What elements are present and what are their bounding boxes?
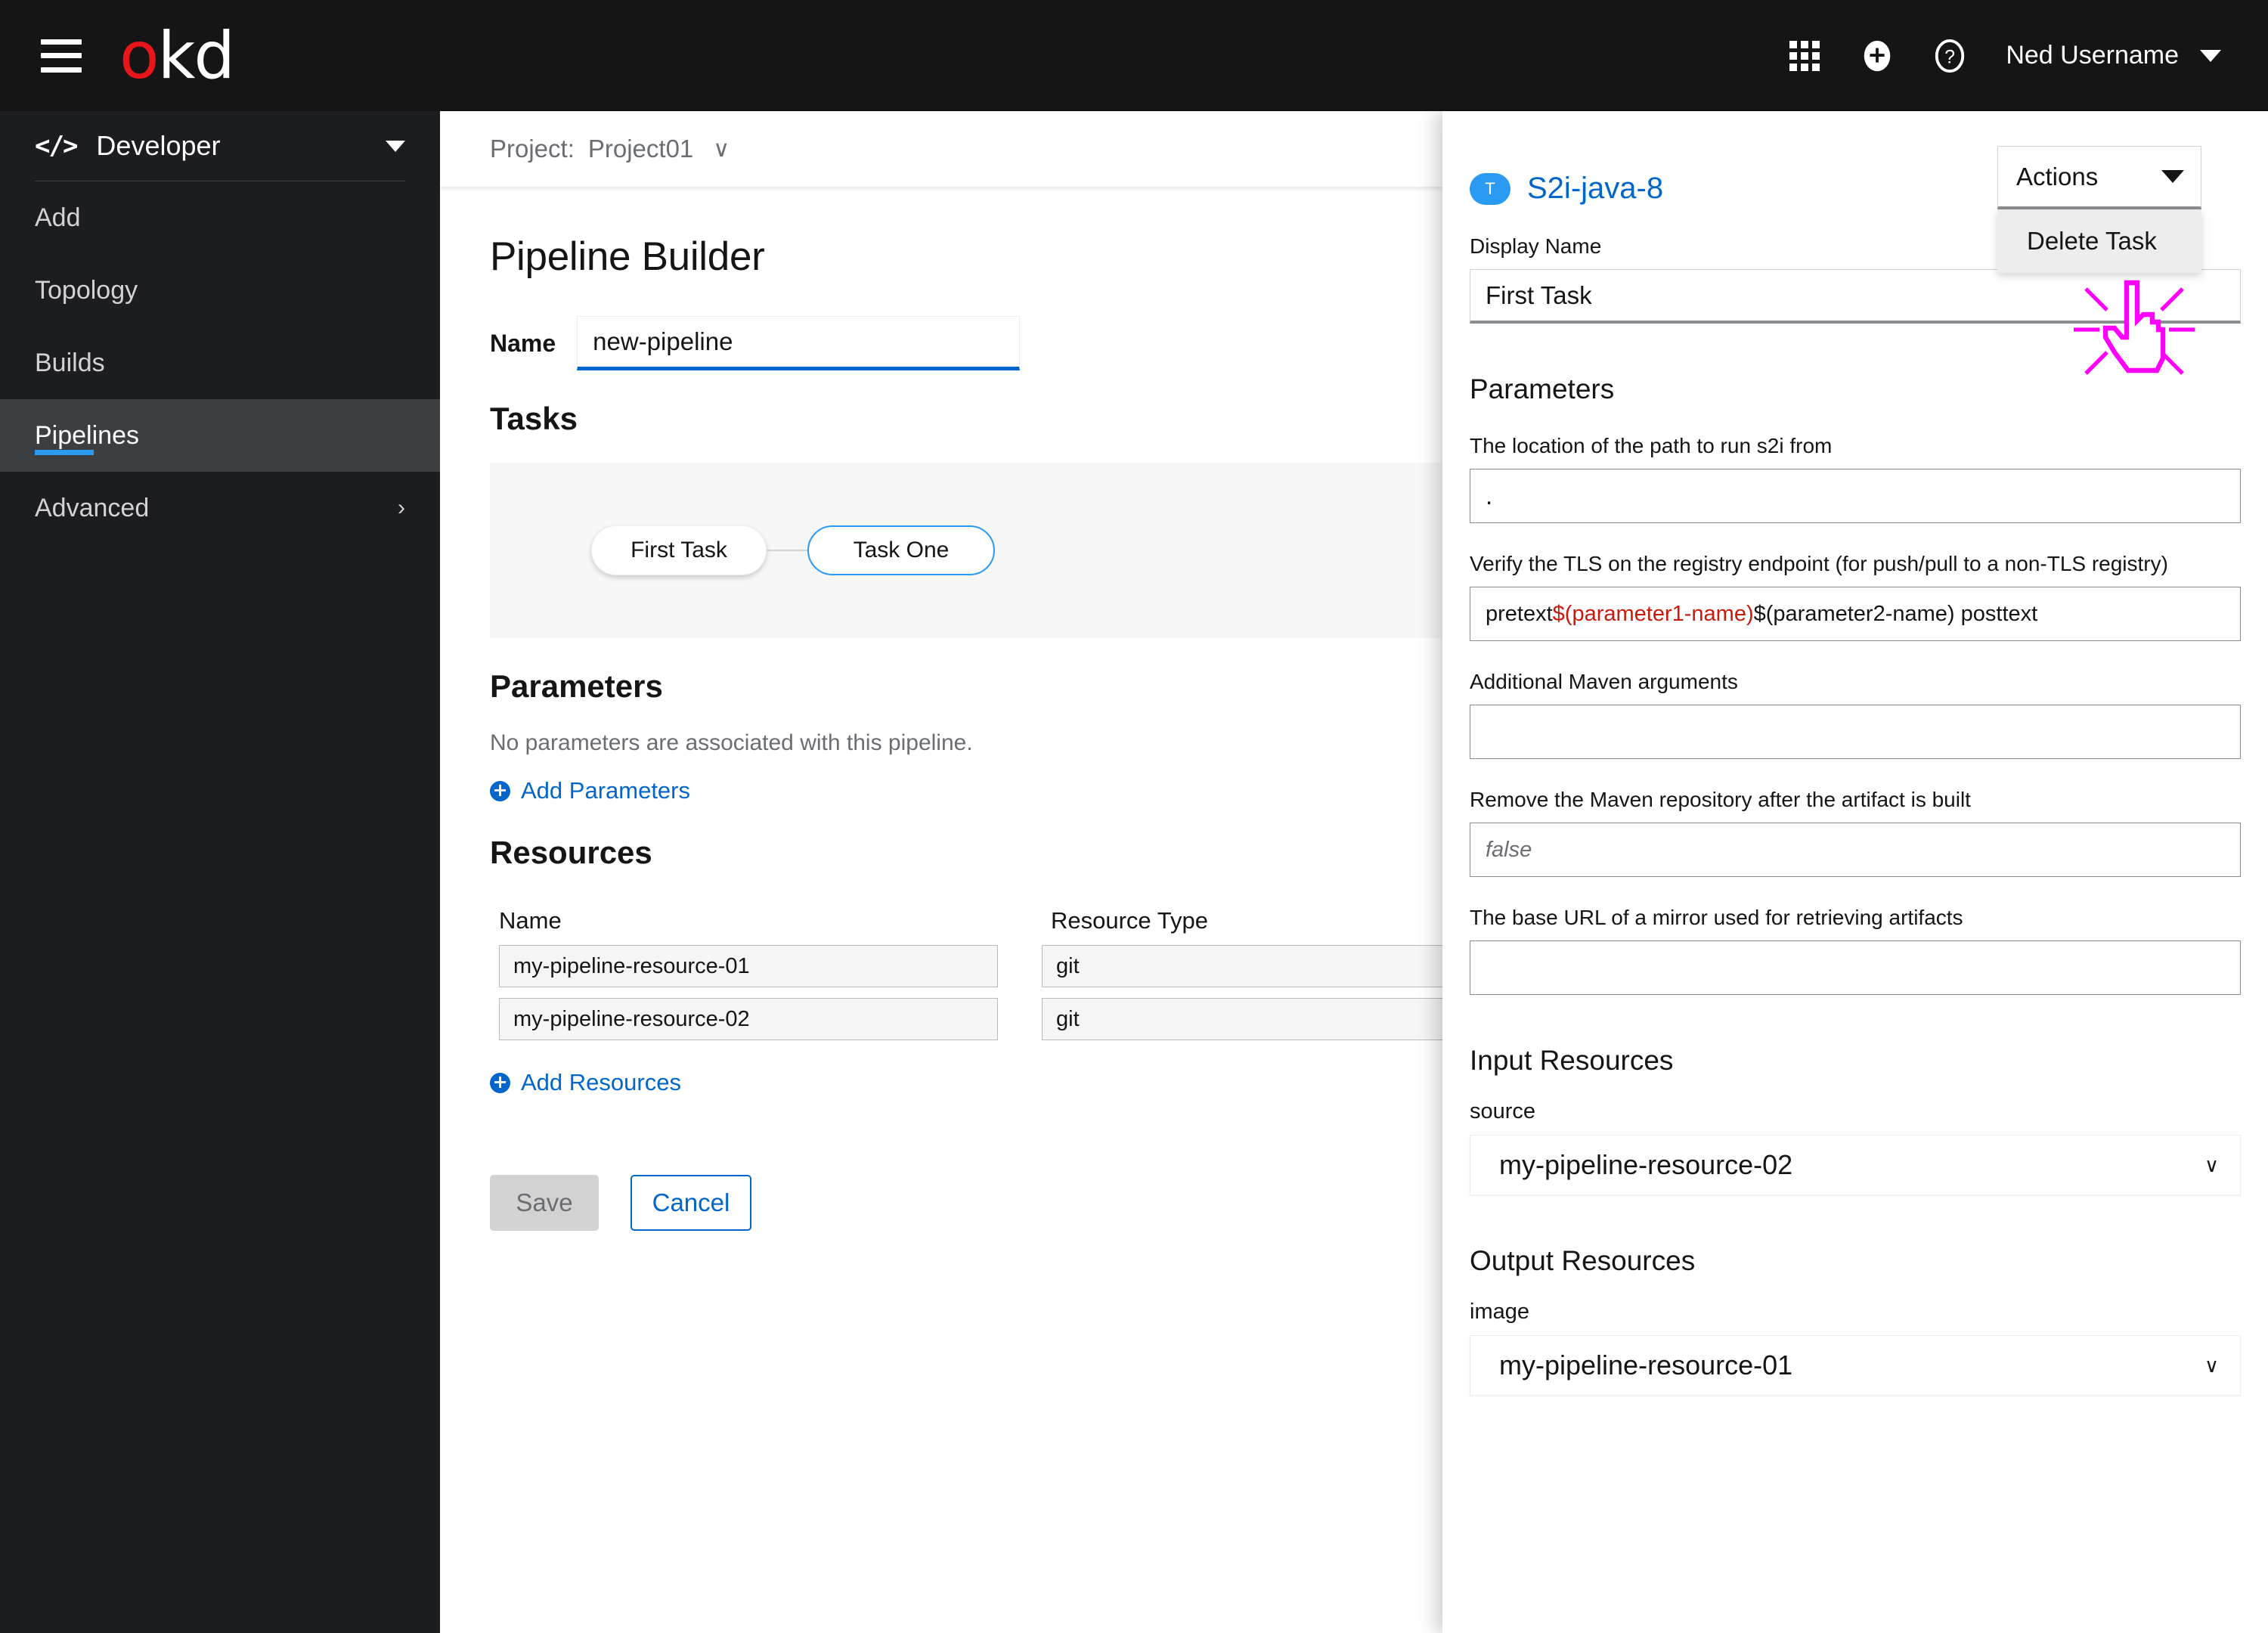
sidebar-item-builds[interactable]: Builds [0,327,440,399]
cancel-button[interactable]: Cancel [631,1175,751,1231]
input-resource-select-source[interactable]: my-pipeline-resource-02 ∨ [1470,1135,2241,1195]
param-value-pretext: pretext [1486,601,1553,626]
plus-circle-icon[interactable] [1841,39,1913,73]
param-label-tls-verify: Verify the TLS on the registry endpoint … [1470,552,2168,575]
masthead-actions: ? Ned Username [1768,39,2268,73]
param-placeholder-value: false [1486,837,1532,862]
select-value: my-pipeline-resource-02 [1499,1149,1793,1180]
task-canvas[interactable]: First Task Task One [490,463,1448,638]
task-node-task-one[interactable]: Task One [807,525,995,575]
param-label-maven-args: Additional Maven arguments [1470,670,1738,693]
add-parameters-label: Add Parameters [521,777,690,804]
param-label-mirror-url: The base URL of a mirror used for retrie… [1470,906,1963,929]
chevron-right-icon: › [398,495,405,520]
sidebar-item-label: Topology [35,275,138,305]
panel-parameters-heading: Parameters [1470,373,1615,404]
pipeline-name-input[interactable] [577,316,1021,370]
chevron-down-icon: ∨ [2204,1353,2219,1377]
param-label-remove-maven-repo: Remove the Maven repository after the ar… [1470,788,1971,811]
input-resource-label-source: source [1470,1099,1536,1123]
task-reference-link[interactable]: S2i-java-8 [1527,172,1663,206]
param-label-s2i-path: The location of the path to run s2i from [1470,434,1833,457]
username-label[interactable]: Ned Username [2006,41,2179,70]
side-panel-header: T S2i-java-8 Actions Delete Task [1442,111,2268,273]
param-value-posttext: $(parameter2-name) posttext [1753,601,2038,626]
pipeline-name-label: Name [490,329,556,357]
hamburger-icon[interactable] [41,39,82,73]
project-chevron-down-icon[interactable]: ∨ [713,136,730,163]
menu-item-delete-task[interactable]: Delete Task [1998,210,2201,272]
project-name[interactable]: Project01 [588,135,693,163]
menu-item-label: Delete Task [2027,227,2157,255]
sidebar-item-pipelines[interactable]: Pipelines [0,399,440,472]
resource-name-input[interactable] [499,998,998,1040]
svg-text:?: ? [1944,46,1955,67]
okd-logo[interactable]: okd [119,23,235,88]
actions-caret-down-icon [2161,170,2184,183]
sidebar-item-label: Builds [35,348,105,377]
chevron-down-icon: ∨ [2204,1153,2219,1176]
sidebar-item-topology[interactable]: Topology [0,254,440,327]
user-caret-down-icon[interactable] [2200,49,2221,62]
sidebar-item-label: Pipelines [35,420,139,450]
param-value-error-token: $(parameter1-name) [1552,601,1754,626]
resources-col-type: Resource Type [1051,907,1208,934]
perspective-label: Developer [96,130,221,161]
perspective-caret-down-icon [386,140,405,152]
task-side-panel: T S2i-java-8 Actions Delete Task Display… [1442,111,2268,1633]
task-type-badge: T [1470,172,1510,205]
side-panel-body: Display Name Parameters The location of … [1442,234,2268,1396]
question-circle-icon[interactable]: ? [1913,39,1986,73]
param-input-tls-verify[interactable]: pretext $(parameter1-name) $(parameter2-… [1470,587,2241,641]
sidebar-item-label: Add [35,203,81,232]
actions-dropdown: Actions Delete Task [1997,146,2201,273]
save-button[interactable]: Save [490,1175,599,1231]
input-resources-heading: Input Resources [1470,1045,1674,1076]
sidebar-item-advanced[interactable]: Advanced › [0,472,440,544]
select-value: my-pipeline-resource-01 [1499,1349,1793,1380]
task-connector-line [767,550,809,551]
project-label: Project: [490,135,575,163]
output-resource-label-image: image [1470,1300,1529,1324]
sidebar-item-add[interactable]: Add [0,181,440,254]
perspective-switcher[interactable]: </> Developer [0,111,440,181]
app-root: okd ? Ned Username </> Developer Add Top… [0,0,2268,1633]
add-resources-label: Add Resources [521,1069,681,1095]
output-resource-select-image[interactable]: my-pipeline-resource-01 ∨ [1470,1335,2241,1396]
actions-button-label: Actions [2016,162,2099,191]
plus-icon: + [490,1072,510,1093]
logo-o-letter: o [119,17,160,94]
param-input-s2i-path[interactable] [1470,469,2241,523]
grid-apps-icon[interactable] [1768,40,1841,71]
task-node-label: First Task [631,538,727,562]
masthead: okd ? Ned Username [0,0,2268,111]
resources-col-name: Name [499,907,562,934]
code-brackets-icon: </> [35,131,78,161]
display-name-input[interactable] [1470,269,2241,324]
active-indicator [35,450,94,455]
param-input-mirror-url[interactable] [1470,940,2241,995]
task-node-first-task[interactable]: First Task [591,525,767,575]
task-node-label: Task One [853,538,950,562]
sidebar: </> Developer Add Topology Builds Pipeli… [0,111,440,1633]
sidebar-item-label: Advanced [35,493,150,522]
logo-kd-letters: kd [157,17,235,94]
plus-icon: + [490,780,510,801]
actions-button[interactable]: Actions [1997,146,2201,209]
resource-name-input[interactable] [499,945,998,987]
actions-menu: Delete Task [1997,209,2201,273]
param-input-remove-maven-repo[interactable]: false [1470,823,2241,877]
param-input-maven-args[interactable] [1470,705,2241,759]
output-resources-heading: Output Resources [1470,1245,1696,1276]
